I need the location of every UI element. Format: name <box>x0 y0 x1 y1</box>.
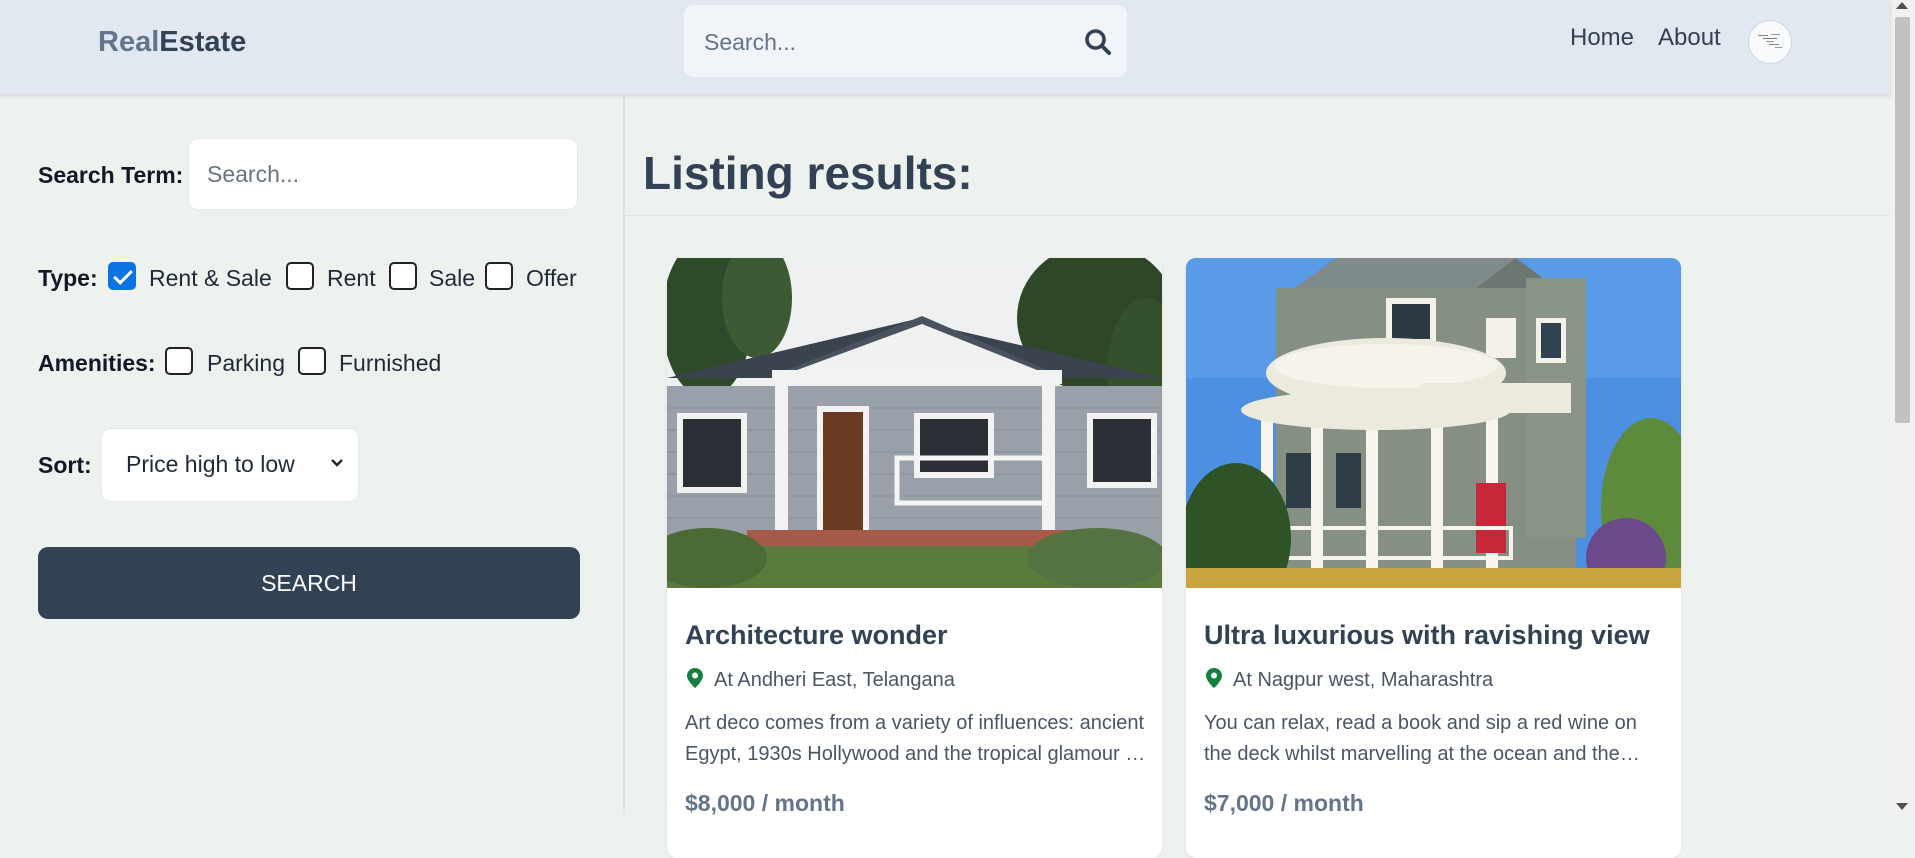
header-search-bar <box>684 5 1127 77</box>
listing-description: Art deco comes from a variety of influen… <box>685 712 1145 765</box>
type-rent-sale-label: Rent & Sale <box>149 265 272 291</box>
type-rent-checkbox[interactable] <box>286 262 314 290</box>
chevron-down-icon <box>331 459 343 467</box>
type-offer-label: Offer <box>526 265 577 291</box>
search-icon[interactable] <box>1083 27 1113 57</box>
sort-select[interactable]: Price high to low <box>101 428 359 502</box>
type-sale-label: Sale <box>429 265 476 291</box>
search-submit-button[interactable]: SEARCH <box>38 547 580 619</box>
listing-price: $8,000 / month <box>685 790 845 816</box>
amenities-label: Amenities: <box>38 350 156 376</box>
logo-text-real: Real <box>98 26 160 58</box>
listing-card[interactable]: Architecture wonder At Andheri East, Tel… <box>667 258 1162 858</box>
listing-description: You can relax, read a book and sip a red… <box>1204 712 1637 765</box>
top-header: RealEstate Home About <box>0 0 1890 94</box>
amenity-furnished-checkbox[interactable] <box>298 347 326 375</box>
type-label: Type: <box>38 265 98 291</box>
map-pin-icon <box>1206 668 1222 688</box>
type-rent-label: Rent <box>327 265 376 291</box>
search-term-input[interactable] <box>188 138 578 210</box>
amenity-parking-label: Parking <box>207 350 285 376</box>
sort-selected-value: Price high to low <box>126 451 295 477</box>
user-avatar[interactable] <box>1748 20 1792 64</box>
scroll-up-icon[interactable] <box>1896 2 1908 9</box>
nav-home-link[interactable]: Home <box>1570 24 1634 52</box>
listing-location: At Nagpur west, Maharashtra <box>1233 669 1494 691</box>
sort-label: Sort: <box>38 452 92 478</box>
filter-sidebar: Search Term: Type: Rent & Sale Rent Sale… <box>0 94 625 814</box>
listing-title: Architecture wonder <box>685 620 948 650</box>
listing-image <box>1186 258 1681 588</box>
nav-about-link[interactable]: About <box>1658 24 1721 52</box>
listing-price: $7,000 / month <box>1204 790 1364 816</box>
logo-text-estate: Estate <box>159 26 247 58</box>
results-divider <box>625 215 1890 216</box>
results-heading: Listing results: <box>643 147 973 199</box>
type-sale-checkbox[interactable] <box>389 262 417 290</box>
type-rent-sale-checkbox[interactable] <box>108 262 136 290</box>
type-offer-checkbox[interactable] <box>485 262 513 290</box>
map-pin-icon <box>687 668 703 688</box>
avatar-image <box>1758 34 1782 48</box>
search-term-label: Search Term: <box>38 162 184 188</box>
brand-logo[interactable]: RealEstate <box>98 26 246 59</box>
scrollbar-thumb[interactable] <box>1895 17 1910 423</box>
header-search-input[interactable] <box>702 23 1066 61</box>
listing-location: At Andheri East, Telangana <box>714 669 955 691</box>
listing-image <box>667 258 1162 588</box>
listing-card[interactable]: Ultra luxurious with ravishing view At N… <box>1186 258 1681 858</box>
listing-results-panel: Listing results: Architecture wonder At … <box>625 94 1890 858</box>
amenity-parking-checkbox[interactable] <box>165 347 193 375</box>
amenity-furnished-label: Furnished <box>339 350 442 376</box>
scroll-down-icon[interactable] <box>1896 803 1908 810</box>
listing-title: Ultra luxurious with ravishing view <box>1204 620 1650 650</box>
